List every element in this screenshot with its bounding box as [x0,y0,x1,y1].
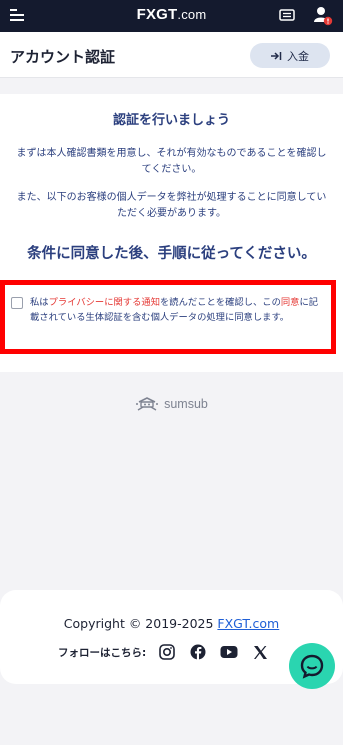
facebook-icon[interactable] [189,643,207,661]
deposit-button[interactable]: 入金 [250,43,330,68]
verification-sub-heading: 条件に同意した後、手順に従ってください。 [27,246,316,262]
consent-text: 私はプライバシーに関する通知を読んだことを確認し、この同意に記載されている生体認… [30,296,320,325]
sumsub-logo-icon [136,397,159,411]
verification-paragraph-1: まずは本人確認書類を用意し、それが有効なものであることを確認してください。 [16,148,327,175]
fxgt-link[interactable]: FXGT.com [217,616,279,631]
verification-heading: 認証を行いましょう [112,113,230,128]
chat-button[interactable] [289,643,335,689]
chat-icon [300,654,324,679]
arrow-in-icon [271,51,282,60]
sumsub-name: sumsub [164,397,208,411]
page-header: アカウント認証 入金 [0,32,343,78]
youtube-icon[interactable] [220,643,238,661]
consent-section: 私はプライバシーに関する通知を読んだことを確認し、この同意に記載されている生体認… [0,280,336,354]
copyright-text: Copyright © 2019-2025 FXGT.com [0,616,343,631]
consent-text-part-2: を読んだことを確認し、この [160,297,281,308]
consent-link[interactable]: 同意 [281,297,300,308]
instagram-icon[interactable] [158,643,176,661]
privacy-notice-link[interactable]: プライバシーに関する通知 [49,297,160,308]
top-navigation-bar: FXGT.com [0,0,343,32]
social-follow-row: フォローはこちら: [58,642,282,662]
x-icon[interactable] [251,643,269,661]
verification-paragraph-2: また、以下のお客様の個人データを弊社が処理することに同意していただく必要がありま… [16,192,327,219]
ticket-icon[interactable] [279,8,295,22]
logo-gt: GT [156,6,178,23]
page-title: アカウント認証 [10,48,116,66]
logo-dotcom: .com [177,7,207,22]
sumsub-branding: sumsub [0,396,343,412]
copyright-label: Copyright © 2019-2025 [63,616,218,631]
consent-text-part-1: 私は [30,297,49,308]
follow-label: フォローはこちら: [58,646,147,659]
consent-checkbox[interactable] [11,297,23,309]
user-alert-icon[interactable] [313,6,333,26]
logo-fx: FX [136,6,157,23]
deposit-label: 入金 [287,50,309,63]
